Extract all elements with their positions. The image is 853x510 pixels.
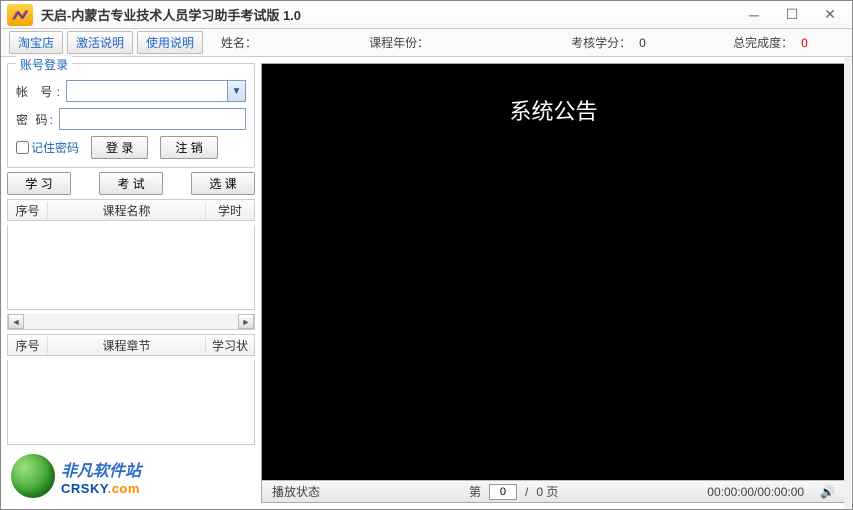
- col-course-name[interactable]: 课程名称: [48, 202, 206, 219]
- chapter-list-header: 序号 课程章节 学习状: [7, 334, 255, 356]
- video-area[interactable]: 系统公告: [262, 64, 845, 480]
- exam-button[interactable]: 考 试: [99, 172, 163, 195]
- taobao-button[interactable]: 淘宝店: [9, 31, 63, 54]
- course-list-scrollbar: ◄ ►: [7, 314, 255, 330]
- password-input[interactable]: [59, 108, 246, 130]
- app-icon: [7, 4, 33, 26]
- left-panel: 账号登录 帐 号: ▼ 密 码: 记住密码: [7, 63, 255, 503]
- name-label: 姓名：: [221, 34, 257, 51]
- chevron-down-icon[interactable]: ▼: [227, 81, 245, 101]
- app-window: 天启-内蒙古专业技术人员学习助手考试版 1.0 ─ ☐ ✕ 淘宝店 激活说明 使…: [0, 0, 853, 510]
- status-bar: 播放状态 第 / 0 页 00:00:00/00:00:00 🔊: [262, 480, 845, 502]
- remember-input[interactable]: [16, 141, 29, 154]
- progress-value: 0: [801, 36, 841, 50]
- account-label: 帐 号:: [16, 83, 60, 100]
- vertical-scrollbar[interactable]: [844, 57, 851, 508]
- login-button[interactable]: 登 录: [91, 136, 148, 159]
- remember-label: 记住密码: [31, 139, 79, 156]
- login-box: 账号登录 帐 号: ▼ 密 码: 记住密码: [7, 63, 255, 168]
- window-title: 天启-内蒙古专业技术人员学习助手考试版 1.0: [41, 5, 744, 24]
- titlebar: 天启-内蒙古专业技术人员学习助手考试版 1.0 ─ ☐ ✕: [1, 1, 852, 29]
- login-title: 账号登录: [16, 56, 72, 73]
- credits-value: 0: [639, 36, 679, 50]
- scroll-left-icon[interactable]: ◄: [8, 314, 24, 329]
- year-label: 课程年份：: [369, 34, 429, 51]
- scroll-track[interactable]: [24, 314, 238, 329]
- page-total: 0 页: [536, 483, 558, 500]
- activate-button[interactable]: 激活说明: [67, 31, 133, 54]
- window-controls: ─ ☐ ✕: [744, 7, 846, 23]
- password-label: 密 码:: [16, 111, 53, 128]
- page-prefix: 第: [469, 483, 481, 500]
- account-input[interactable]: [66, 80, 246, 102]
- brand-footer: 非凡软件站 CRSKY.com: [7, 449, 255, 503]
- scroll-right-icon[interactable]: ►: [238, 314, 254, 329]
- announcement-title: 系统公告: [262, 94, 845, 126]
- close-button[interactable]: ✕: [820, 7, 840, 23]
- account-combo[interactable]: ▼: [66, 80, 246, 102]
- course-list-header: 序号 课程名称 学时: [7, 199, 255, 221]
- globe-icon: [11, 454, 55, 498]
- select-course-button[interactable]: 选 课: [191, 172, 255, 195]
- credits-label: 考核学分：: [571, 34, 631, 51]
- speaker-icon[interactable]: 🔊: [820, 485, 835, 499]
- right-panel: 系统公告 播放状态 第 / 0 页 00:00:00/00:00:00 🔊: [261, 63, 846, 503]
- minimize-button[interactable]: ─: [744, 7, 764, 23]
- progress-label: 总完成度：: [733, 34, 793, 51]
- brand-cn: 非凡软件站: [61, 457, 141, 481]
- usage-button[interactable]: 使用说明: [137, 31, 203, 54]
- col2-status[interactable]: 学习状: [206, 337, 254, 354]
- col-seq[interactable]: 序号: [8, 202, 48, 219]
- logout-button[interactable]: 注 销: [160, 136, 217, 159]
- page-sep: /: [525, 485, 528, 499]
- play-state-label: 播放状态: [272, 483, 320, 500]
- page-current-input[interactable]: [489, 484, 517, 500]
- time-display: 00:00:00/00:00:00: [707, 485, 804, 499]
- nav-buttons: 学 习 考 试 选 课: [7, 172, 255, 195]
- toolbar: 淘宝店 激活说明 使用说明 姓名： 课程年份： 考核学分： 0 总完成度： 0: [1, 29, 852, 57]
- remember-checkbox[interactable]: 记住密码: [16, 139, 79, 156]
- maximize-button[interactable]: ☐: [782, 7, 802, 23]
- study-button[interactable]: 学 习: [7, 172, 71, 195]
- col2-seq[interactable]: 序号: [8, 337, 48, 354]
- chapter-list-body[interactable]: [7, 360, 255, 445]
- col2-chapter[interactable]: 课程章节: [48, 337, 206, 354]
- course-list-body[interactable]: [7, 225, 255, 310]
- main-area: 账号登录 帐 号: ▼ 密 码: 记住密码: [1, 57, 852, 509]
- brand-en: CRSKY.com: [61, 481, 141, 496]
- col-hours[interactable]: 学时: [206, 202, 254, 219]
